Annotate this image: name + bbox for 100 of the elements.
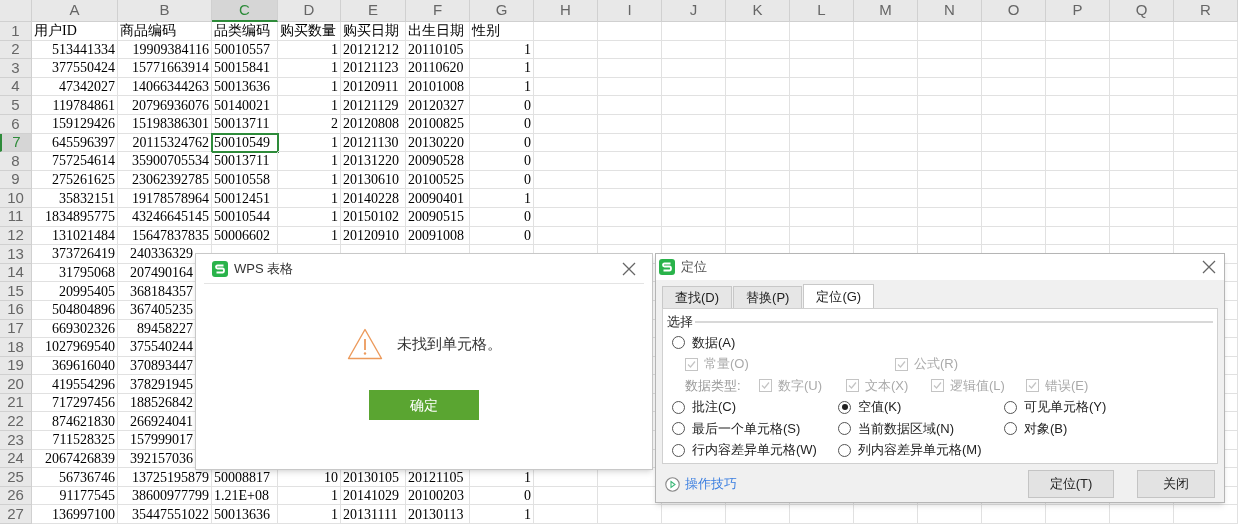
row-header[interactable]: 20 [0,375,32,394]
table-cell[interactable]: 1 [278,77,341,97]
table-cell[interactable]: 1 [278,40,341,60]
empty-cell[interactable] [1046,40,1110,60]
table-cell[interactable]: 20130220 [406,133,470,153]
table-cell[interactable]: 50010557 [212,40,278,60]
row-header[interactable]: 8 [0,152,32,171]
radio-button[interactable] [672,422,685,435]
table-cell[interactable]: 0 [470,226,534,246]
table-cell[interactable]: 717297456 [32,393,118,413]
table-cell[interactable]: 1 [278,505,341,525]
empty-cell[interactable] [918,114,982,134]
empty-cell[interactable] [854,505,918,525]
empty-cell[interactable] [726,40,790,60]
empty-cell[interactable] [726,77,790,97]
table-cell[interactable]: 20120327 [406,96,470,115]
table-cell[interactable]: 20090401 [406,189,470,208]
select-all-corner[interactable] [0,0,32,22]
empty-cell[interactable] [1174,133,1238,153]
empty-cell[interactable] [982,59,1046,78]
table-cell[interactable]: 419554296 [32,375,118,394]
empty-cell[interactable] [918,226,982,246]
empty-cell[interactable] [726,59,790,78]
empty-cell[interactable] [854,96,918,115]
empty-cell[interactable] [918,152,982,171]
table-cell[interactable]: 20130610 [341,170,406,190]
column-header[interactable]: E [341,0,406,22]
table-cell[interactable]: 2067426839 [32,449,118,469]
table-cell[interactable]: 91177545 [32,486,118,506]
tab[interactable]: 查找(D) [662,286,733,308]
empty-cell[interactable] [918,59,982,78]
empty-cell[interactable] [1174,189,1238,208]
empty-cell[interactable] [918,170,982,190]
empty-cell[interactable] [662,505,726,525]
empty-cell[interactable] [1046,22,1110,41]
table-cell[interactable]: 0 [470,133,534,153]
empty-cell[interactable] [790,133,854,153]
empty-cell[interactable] [854,170,918,190]
empty-cell[interactable] [534,40,598,60]
table-cell[interactable]: 1 [470,40,534,60]
row-header[interactable]: 5 [0,96,32,115]
empty-cell[interactable] [726,207,790,227]
table-cell[interactable]: 757254614 [32,152,118,171]
empty-cell[interactable] [790,189,854,208]
table-cell[interactable]: 20120910 [341,226,406,246]
empty-cell[interactable] [918,40,982,60]
empty-cell[interactable] [534,114,598,134]
table-cell[interactable]: 20100525 [406,170,470,190]
table-cell[interactable]: 20141029 [341,486,406,506]
table-cell[interactable]: 20131111 [341,505,406,525]
table-cell[interactable]: 136997100 [32,505,118,525]
empty-cell[interactable] [662,96,726,115]
table-cell[interactable]: 2 [278,114,341,134]
table-cell[interactable]: 20150102 [341,207,406,227]
empty-cell[interactable] [1046,133,1110,153]
table-cell[interactable]: 1834895775 [32,207,118,227]
table-cell[interactable]: 20796936076 [118,96,212,115]
row-header[interactable]: 1 [0,22,32,41]
row-header[interactable]: 27 [0,505,32,525]
column-header[interactable]: L [790,0,854,22]
empty-cell[interactable] [790,22,854,41]
empty-cell[interactable] [534,189,598,208]
table-cell[interactable]: 1 [278,170,341,190]
radio-button[interactable] [672,336,685,349]
table-cell[interactable]: 275261625 [32,170,118,190]
table-cell[interactable]: 504804896 [32,300,118,320]
empty-cell[interactable] [726,152,790,171]
empty-cell[interactable] [918,22,982,41]
empty-cell[interactable] [1046,77,1110,97]
column-header[interactable]: R [1174,0,1238,22]
table-cell[interactable]: 47342027 [32,77,118,97]
empty-cell[interactable] [1110,226,1174,246]
empty-cell[interactable] [726,170,790,190]
empty-cell[interactable] [598,77,662,97]
empty-cell[interactable] [726,133,790,153]
empty-cell[interactable] [918,505,982,525]
table-cell[interactable]: 用户ID [32,22,118,41]
empty-cell[interactable] [854,77,918,97]
column-header[interactable]: M [854,0,918,22]
table-cell[interactable]: 20121130 [341,133,406,153]
table-cell[interactable]: 56736746 [32,468,118,487]
table-cell[interactable]: 373726419 [32,245,118,264]
radio-button[interactable] [672,400,685,414]
empty-cell[interactable] [1174,152,1238,171]
table-cell[interactable]: 购买日期 [341,22,406,41]
table-cell[interactable]: 119784861 [32,96,118,115]
table-cell[interactable]: 性别 [470,22,534,41]
empty-cell[interactable] [854,226,918,246]
table-cell[interactable]: 20995405 [32,282,118,301]
empty-cell[interactable] [662,114,726,134]
empty-cell[interactable] [726,189,790,208]
empty-cell[interactable] [662,170,726,190]
empty-cell[interactable] [854,59,918,78]
empty-cell[interactable] [790,207,854,227]
table-cell[interactable]: 1 [278,189,341,208]
radio-button[interactable] [838,400,851,414]
empty-cell[interactable] [598,170,662,190]
row-header[interactable]: 23 [0,431,32,450]
table-cell[interactable]: 50015841 [212,59,278,78]
column-header[interactable]: P [1046,0,1110,22]
